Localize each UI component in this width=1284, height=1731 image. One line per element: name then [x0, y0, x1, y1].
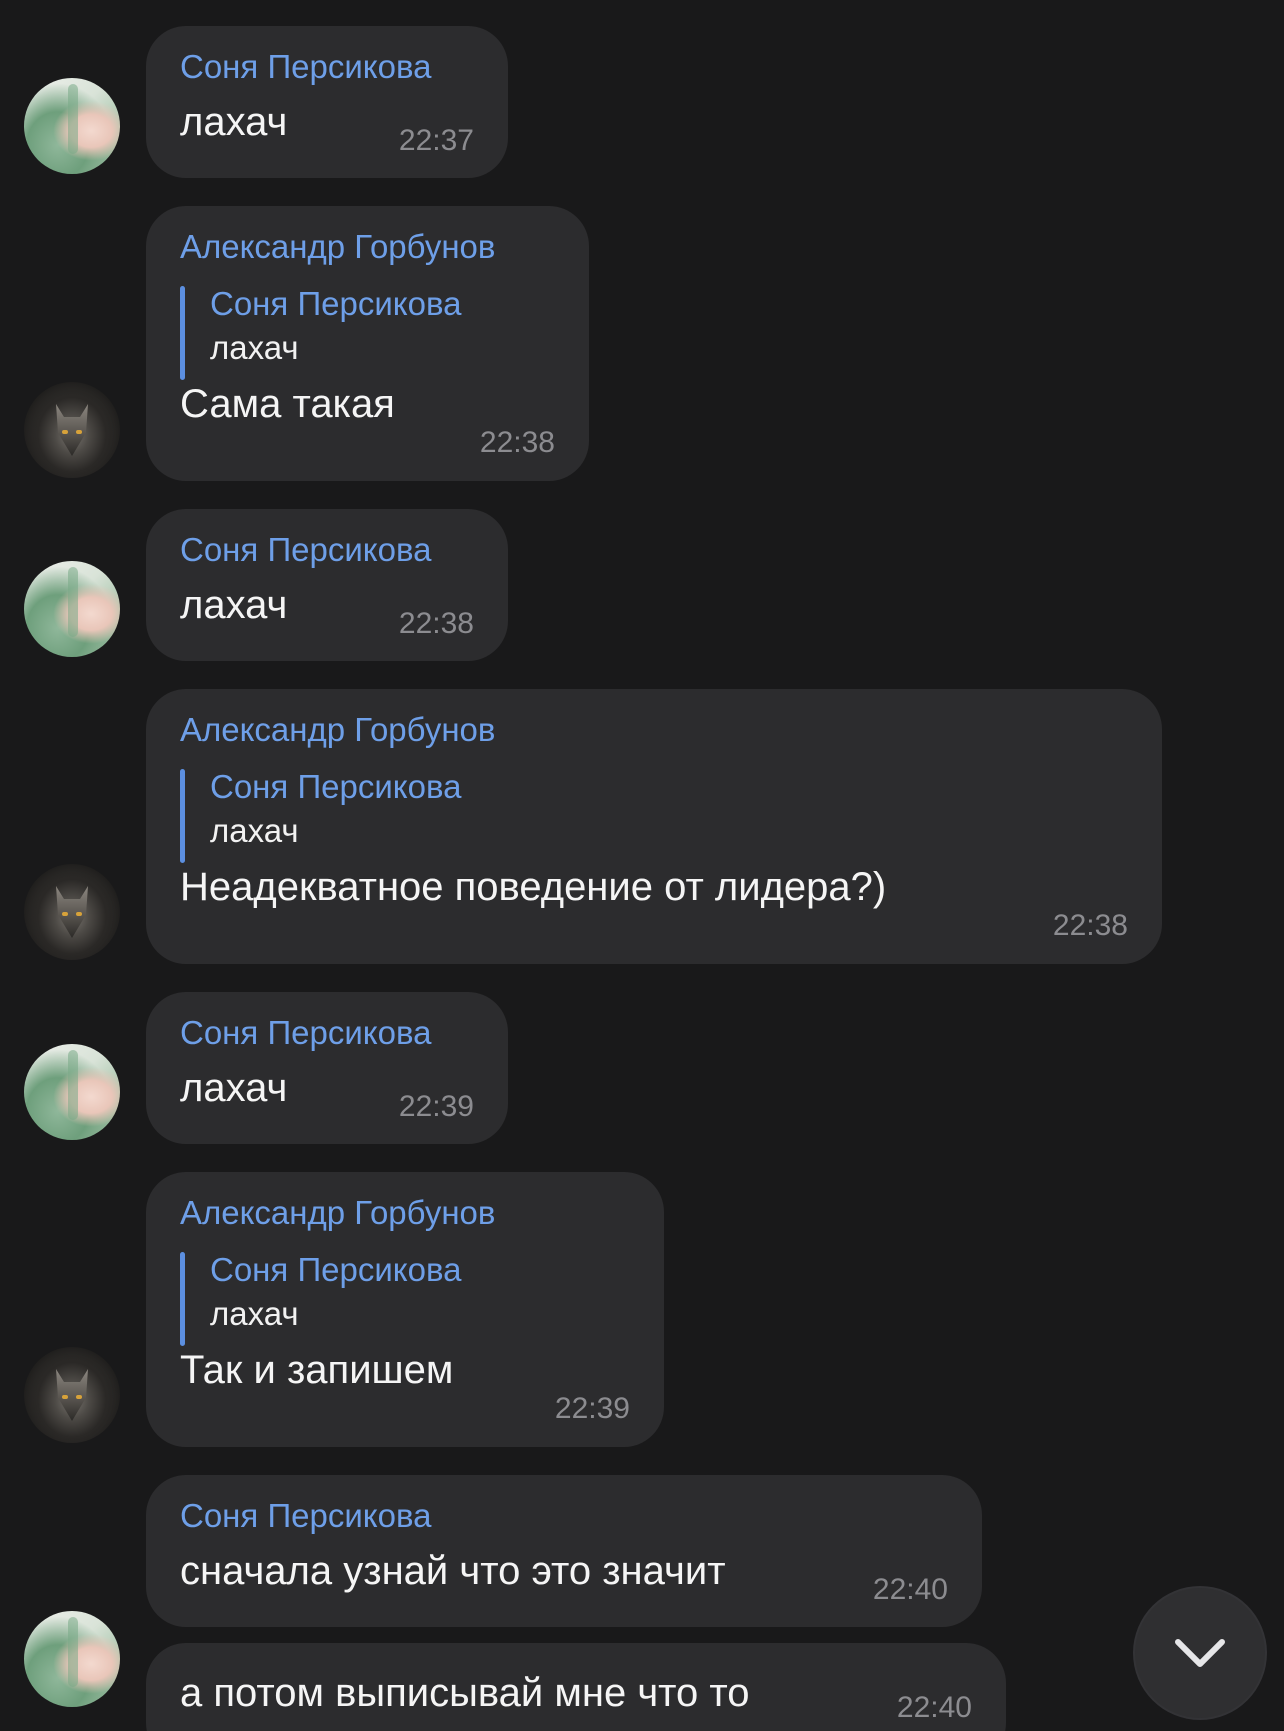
- reply-text: лахач: [210, 329, 299, 366]
- message-bubble[interactable]: Александр Горбунов Соня Персикова лахач …: [146, 689, 1162, 964]
- message-sender[interactable]: Соня Персикова: [180, 46, 474, 88]
- reply-sender: Соня Персикова: [210, 1251, 462, 1288]
- message-bubble[interactable]: Соня Персикова лахач 22:38: [146, 509, 508, 661]
- reply-quote[interactable]: Соня Персикова лахач: [180, 282, 555, 380]
- message-bubble[interactable]: Соня Персикова сначала узнай что это зна…: [146, 1475, 982, 1627]
- message-text: сначала узнай что это значит: [180, 1549, 726, 1593]
- message-time: 22:38: [398, 607, 474, 640]
- message-text: Неадекватное поведение от лидера?): [180, 865, 887, 909]
- message-time: 22:38: [479, 426, 555, 459]
- reply-bar: [180, 769, 185, 863]
- avatar-sonya[interactable]: [24, 78, 120, 174]
- message-sender[interactable]: Александр Горбунов: [180, 226, 555, 268]
- chat-message-list[interactable]: Соня Персикова лахач 22:37 Александр Гор…: [0, 0, 1284, 1731]
- scroll-to-bottom-button[interactable]: [1135, 1588, 1265, 1718]
- reply-quote[interactable]: Соня Персикова лахач: [180, 1248, 630, 1346]
- message-sender[interactable]: Соня Персикова: [180, 529, 474, 571]
- avatar-sonya[interactable]: [24, 1611, 120, 1707]
- message-bubble[interactable]: Соня Персикова лахач 22:37: [146, 26, 508, 178]
- message-time: 22:39: [554, 1392, 630, 1425]
- message-bubble[interactable]: Соня Персикова лахач 22:39: [146, 992, 508, 1144]
- reply-bar: [180, 1252, 185, 1346]
- message-sender[interactable]: Соня Персикова: [180, 1012, 474, 1054]
- reply-text: лахач: [210, 812, 299, 849]
- reply-text: лахач: [210, 1295, 299, 1332]
- message-time: 22:40: [896, 1691, 972, 1724]
- message-bubble[interactable]: Александр Горбунов Соня Персикова лахач …: [146, 206, 589, 481]
- message-sender[interactable]: Александр Горбунов: [180, 709, 1128, 751]
- message-sender[interactable]: Соня Персикова: [180, 1495, 948, 1537]
- message-text: Так и запишем: [180, 1348, 454, 1392]
- message-text: а потом выписывай мне что то: [180, 1671, 750, 1715]
- avatar-sonya[interactable]: [24, 1044, 120, 1140]
- message-text: Сама такая: [180, 382, 395, 426]
- message-bubble[interactable]: а потом выписывай мне что то 22:40: [146, 1643, 1006, 1731]
- message-bubble[interactable]: Александр Горбунов Соня Персикова лахач …: [146, 1172, 664, 1447]
- avatar-alexander[interactable]: [24, 1347, 120, 1443]
- reply-bar: [180, 286, 185, 380]
- message-time: 22:40: [872, 1573, 948, 1606]
- message-sender[interactable]: Александр Горбунов: [180, 1192, 630, 1234]
- message-time: 22:37: [398, 124, 474, 157]
- avatar-alexander[interactable]: [24, 382, 120, 478]
- avatar-sonya[interactable]: [24, 561, 120, 657]
- chevron-down-icon: [1175, 1639, 1225, 1667]
- message-time: 22:39: [398, 1090, 474, 1123]
- reply-sender: Соня Персикова: [210, 285, 462, 322]
- message-time: 22:38: [1052, 909, 1128, 942]
- avatar-alexander[interactable]: [24, 864, 120, 960]
- reply-sender: Соня Персикова: [210, 768, 462, 805]
- reply-quote[interactable]: Соня Персикова лахач: [180, 765, 1128, 863]
